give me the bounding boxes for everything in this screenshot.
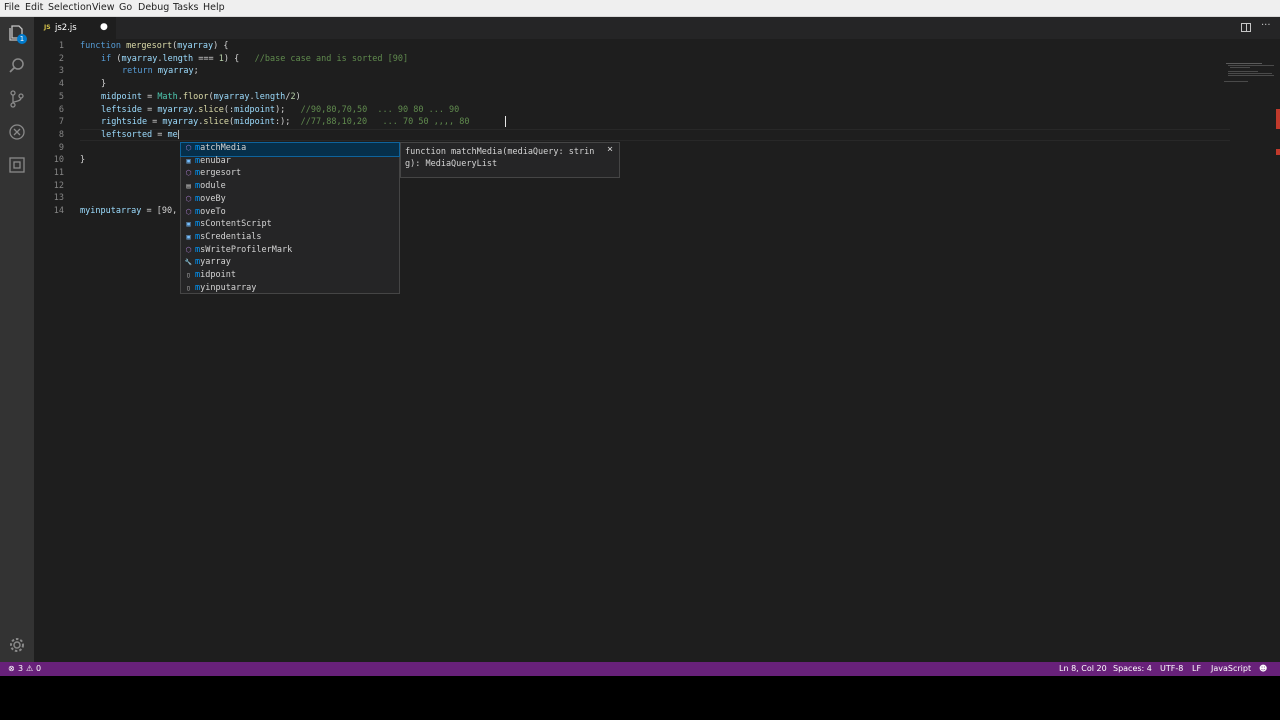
menu-debug[interactable]: Debug <box>138 2 169 13</box>
text-icon: ▯ <box>186 283 191 292</box>
dirty-indicator-icon[interactable]: ● <box>100 22 108 32</box>
code-line: midpoint = Math.floor(myarray.length/2) <box>101 91 301 102</box>
mouse-ibeam-icon <box>505 116 506 127</box>
source-control-icon[interactable] <box>7 89 27 109</box>
feedback-smiley-icon[interactable]: ☻ <box>1259 664 1267 673</box>
code-line: } <box>80 155 86 166</box>
explorer-icon[interactable]: 1 <box>7 23 27 44</box>
line-number: 8 <box>58 129 64 140</box>
error-marker <box>1276 149 1280 155</box>
suggestion-item[interactable]: ▤ module <box>181 181 399 194</box>
line-number: 7 <box>58 117 64 128</box>
suggest-details: function matchMedia(mediaQuery: strin g)… <box>400 142 620 178</box>
suggestion-item[interactable]: ⬡ matchMedia <box>180 142 400 157</box>
method-icon: ⬡ <box>185 144 192 152</box>
menu-edit[interactable]: Edit <box>25 2 43 13</box>
code-area[interactable]: 1 2 3 4 5 6 7 8 9 10 11 12 13 14 functio… <box>34 39 1280 662</box>
line-number: 4 <box>58 79 64 90</box>
current-line-highlight <box>80 129 1230 141</box>
line-number: 12 <box>53 180 64 191</box>
suggestion-item[interactable]: 🔧 myarray <box>181 257 399 270</box>
extensions-icon[interactable] <box>7 155 27 175</box>
method-icon: ⬡ <box>185 194 192 203</box>
menu-file[interactable]: File <box>4 2 20 13</box>
search-icon[interactable] <box>7 56 27 76</box>
line-ending[interactable]: LF <box>1192 664 1201 673</box>
line-number: 13 <box>53 193 64 204</box>
close-icon[interactable]: × <box>607 144 613 155</box>
minimap[interactable] <box>1224 61 1280 101</box>
tab-label: js2.js <box>55 23 77 33</box>
line-number: 5 <box>58 91 64 102</box>
line-number: 9 <box>58 142 64 153</box>
encoding[interactable]: UTF-8 <box>1160 664 1183 673</box>
activity-bar: 1 <box>0 17 34 662</box>
menu-help[interactable]: Help <box>203 2 225 13</box>
code-line: return myarray; <box>122 66 199 77</box>
suggestion-item[interactable]: ▣ menubar <box>181 156 399 169</box>
settings-gear-icon[interactable] <box>7 635 27 655</box>
line-number: 10 <box>53 155 64 166</box>
warning-icon[interactable]: ⚠ <box>26 664 33 673</box>
explorer-badge: 1 <box>17 34 27 44</box>
code-line: myinputarray = [90, <box>80 206 178 217</box>
line-number: 11 <box>53 168 64 178</box>
line-number: 3 <box>58 66 64 77</box>
suggestion-item[interactable]: ▯ midpoint <box>181 270 399 283</box>
suggest-widget: ⬡ matchMedia ▣ menubar ⬡ mergesort ▤ module … <box>180 142 400 294</box>
tab-js2[interactable]: JS js2.js ● <box>34 17 116 39</box>
text-icon: ▯ <box>186 271 191 279</box>
error-marker <box>1276 109 1280 129</box>
menu-bar: File Edit Selection View Go Debug Tasks … <box>0 0 1280 17</box>
indentation[interactable]: Spaces: 4 <box>1113 664 1152 673</box>
module-icon: ▤ <box>186 182 191 191</box>
split-editor-icon[interactable] <box>1241 23 1251 32</box>
line-number: 2 <box>58 53 64 64</box>
line-number: 6 <box>58 104 64 115</box>
menu-go[interactable]: Go <box>119 2 132 13</box>
suggestion-item[interactable]: ▯ myinputarray <box>181 283 399 296</box>
suggestion-item[interactable]: ▣ msCredentials <box>181 232 399 245</box>
code-line: rightside = myarray.slice(midpoint:); //… <box>101 117 470 128</box>
warning-count[interactable]: 0 <box>36 664 41 673</box>
cursor-position[interactable]: Ln 8, Col 20 <box>1059 664 1107 673</box>
tab-bar: JS js2.js ● ··· <box>34 17 1280 39</box>
error-count[interactable]: 3 <box>18 664 23 673</box>
debug-icon[interactable] <box>7 122 27 142</box>
signature-line: g): MediaQueryList <box>405 159 498 169</box>
editor-area: JS js2.js ● ··· 1 2 3 4 5 6 7 8 9 10 11 … <box>34 17 1280 662</box>
field-icon: ▣ <box>186 232 191 241</box>
line-number: 1 <box>58 41 64 51</box>
method-icon: ⬡ <box>185 169 192 178</box>
error-icon[interactable]: ⊗ <box>8 664 15 673</box>
language-mode[interactable]: JavaScript <box>1211 664 1251 673</box>
code-line: leftside = myarray.slice(:midpoint); //9… <box>101 104 460 115</box>
suggestion-item[interactable]: ▣ msContentScript <box>181 219 399 232</box>
suggestion-item[interactable]: ⬡ moveBy <box>181 194 399 207</box>
status-bar: ⊗ 3 ⚠ 0 Ln 8, Col 20 Spaces: 4 UTF-8 LF … <box>0 662 1280 676</box>
menu-view[interactable]: View <box>92 2 115 13</box>
js-file-icon: JS <box>44 24 51 31</box>
suggestion-item[interactable]: ⬡ moveTo <box>181 207 399 220</box>
method-icon: ⬡ <box>185 207 192 216</box>
suggestion-item[interactable]: ⬡ msWriteProfilerMark <box>181 245 399 258</box>
signature-line: function matchMedia(mediaQuery: strin <box>405 147 595 157</box>
field-icon: ▣ <box>186 220 191 229</box>
method-icon: ⬡ <box>185 245 192 254</box>
menu-tasks[interactable]: Tasks <box>173 2 198 13</box>
code-line: } <box>101 79 107 90</box>
suggestion-item[interactable]: ⬡ mergesort <box>181 168 399 181</box>
line-number: 14 <box>53 206 64 217</box>
menu-selection[interactable]: Selection <box>48 2 92 13</box>
field-icon: ▣ <box>186 156 191 165</box>
code-line: function mergesort(myarray) { <box>80 41 229 51</box>
more-actions-icon[interactable]: ··· <box>1261 20 1271 31</box>
wrench-icon: 🔧 <box>184 259 193 267</box>
code-line: if (myarray.length === 1) { //base case … <box>101 53 409 64</box>
